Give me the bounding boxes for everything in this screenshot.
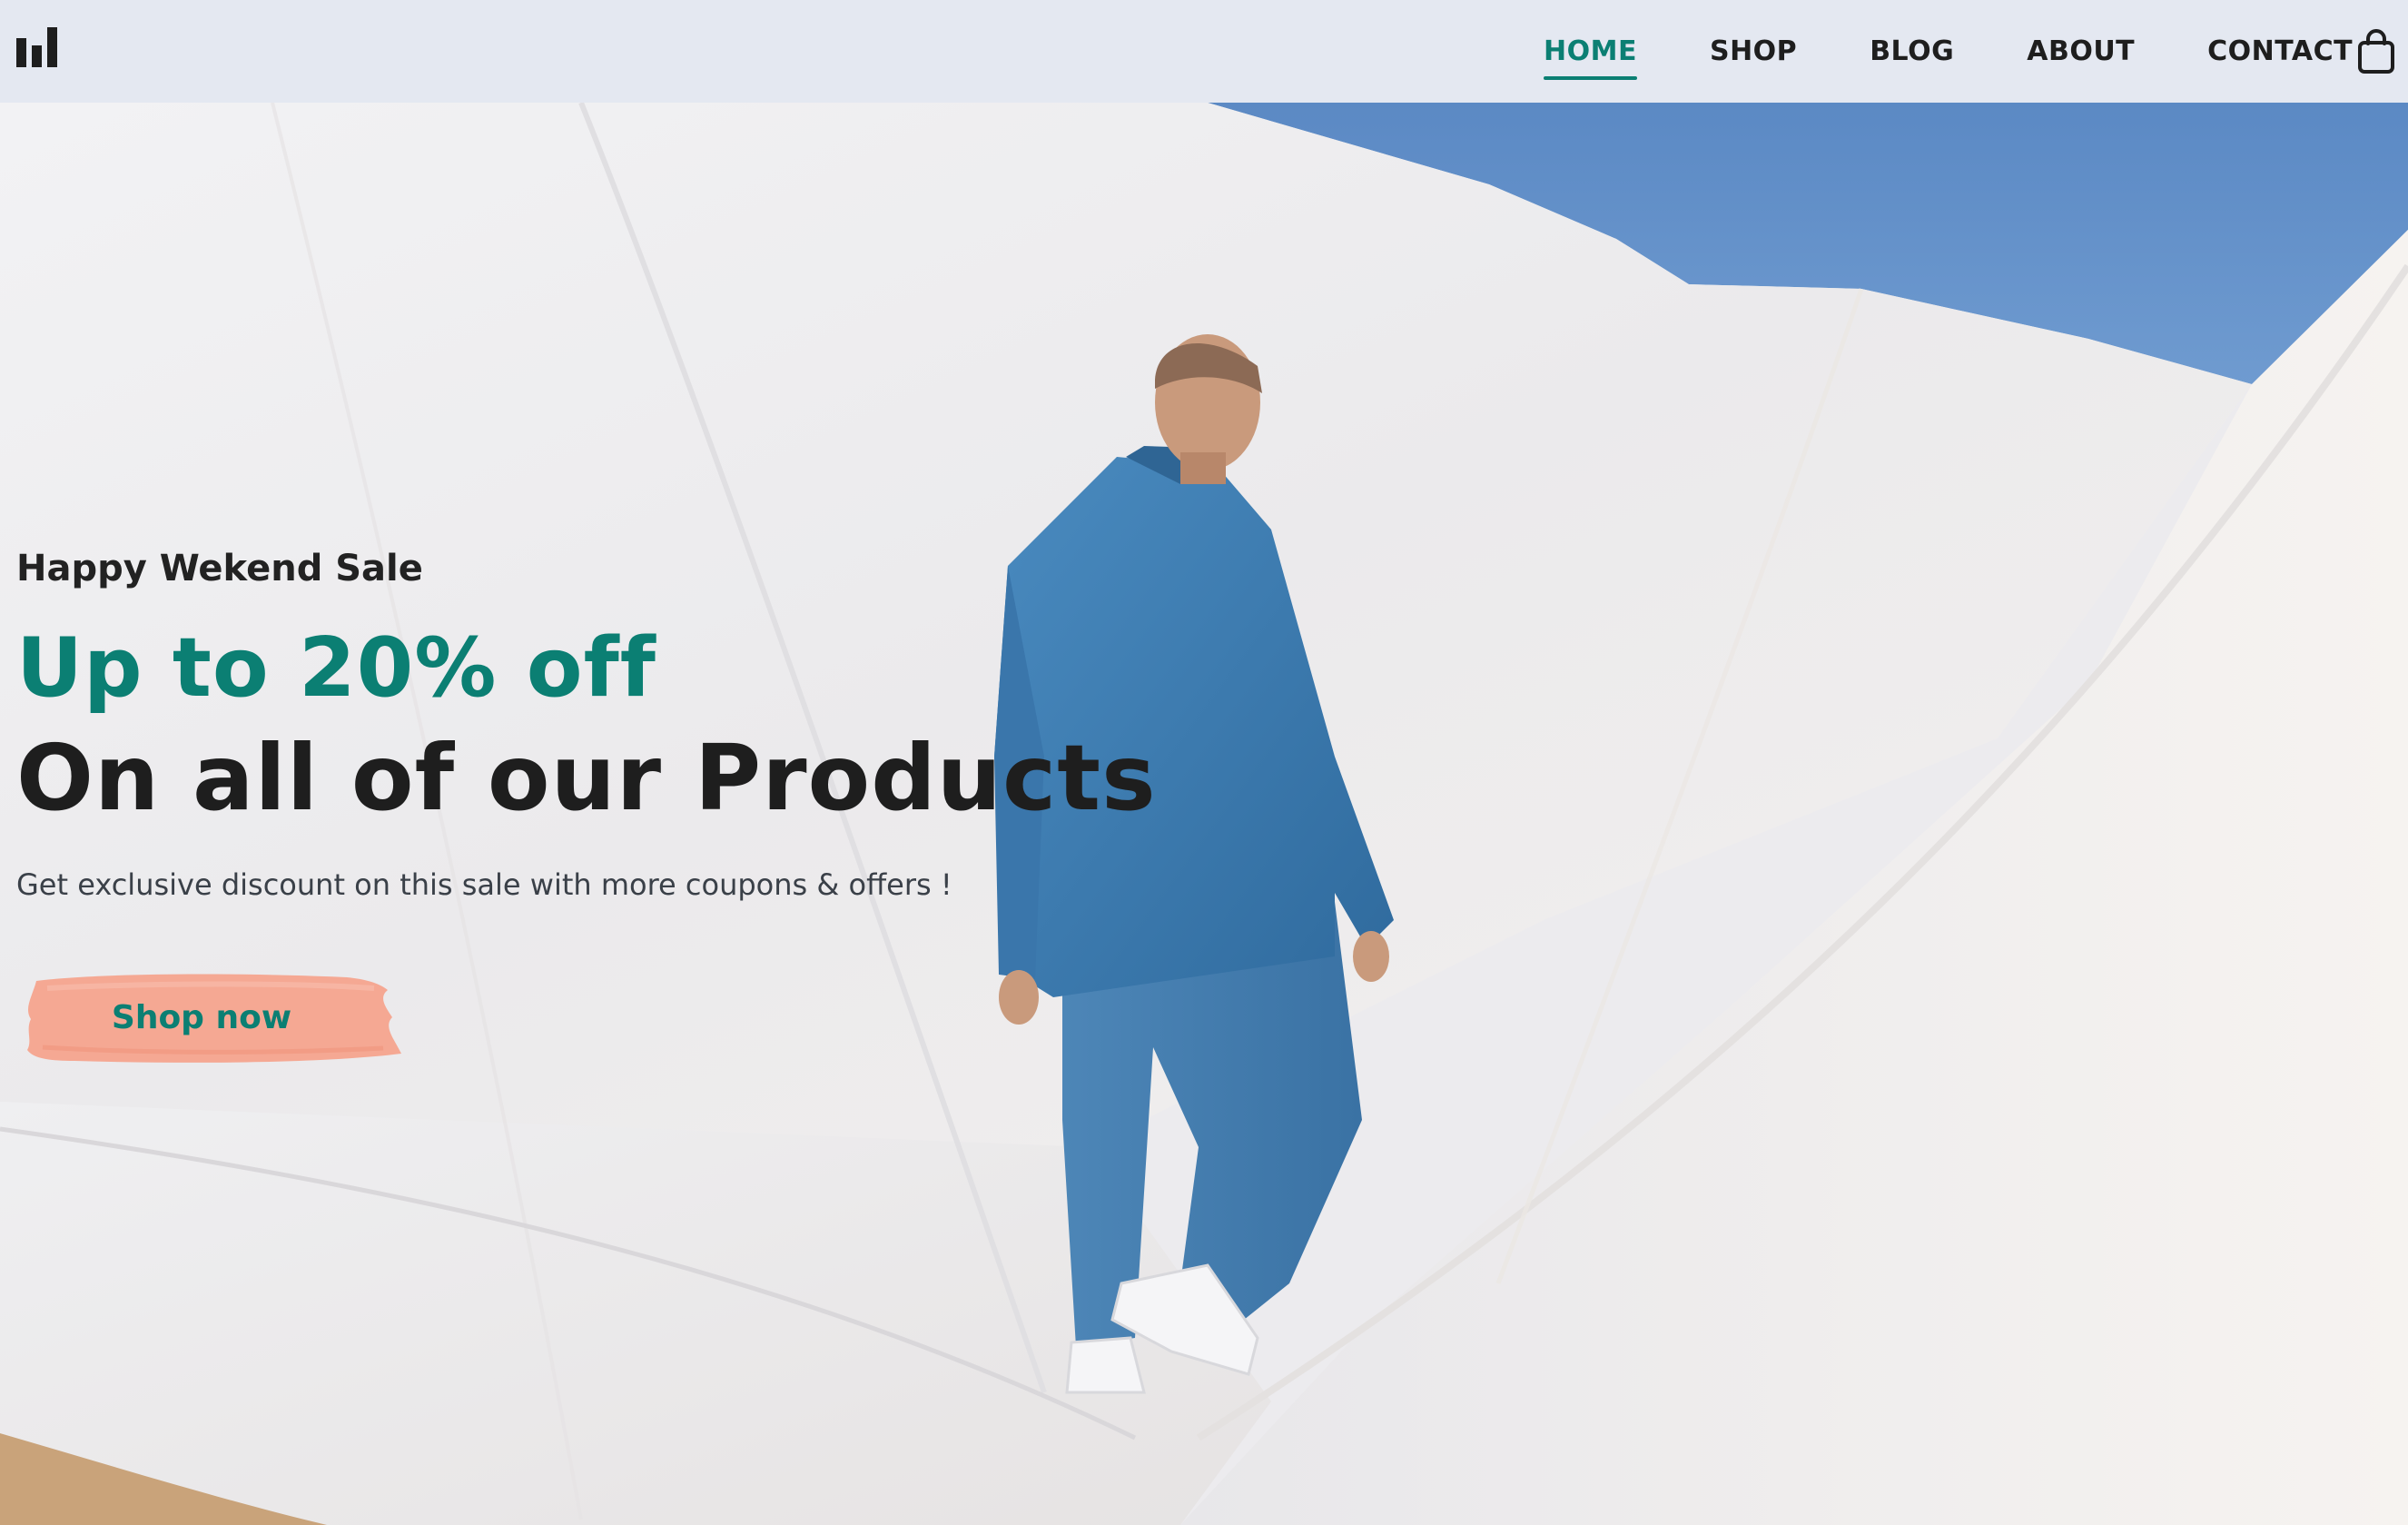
hero-subtext: Get exclusive discount on this sale with… xyxy=(16,867,952,902)
hero-headline-main: On all of our Products xyxy=(16,725,1157,831)
site-header: HOME SHOP BLOG ABOUT CONTACT xyxy=(0,0,2408,103)
page: HOME SHOP BLOG ABOUT CONTACT Happy Weken… xyxy=(0,0,2408,1525)
nav-item-home[interactable]: HOME xyxy=(1544,35,1637,80)
shop-now-label: Shop now xyxy=(111,999,292,1036)
main-nav: HOME SHOP BLOG ABOUT CONTACT xyxy=(1544,0,2408,103)
hero-headline-accent: Up to 20% off xyxy=(16,620,656,716)
hero-eyebrow: Happy Wekend Sale xyxy=(16,548,423,589)
bars-logo-icon[interactable] xyxy=(16,27,60,67)
shopping-bag-icon[interactable] xyxy=(2357,29,2395,74)
nav-item-contact[interactable]: CONTACT xyxy=(2207,35,2353,67)
nav-item-shop[interactable]: SHOP xyxy=(1710,35,1797,67)
nav-item-about[interactable]: ABOUT xyxy=(2027,35,2135,67)
shop-now-button[interactable]: Shop now xyxy=(20,970,401,1065)
nav-item-blog[interactable]: BLOG xyxy=(1870,35,1954,67)
hero-section: Happy Wekend Sale Up to 20% off On all o… xyxy=(0,103,2408,1525)
